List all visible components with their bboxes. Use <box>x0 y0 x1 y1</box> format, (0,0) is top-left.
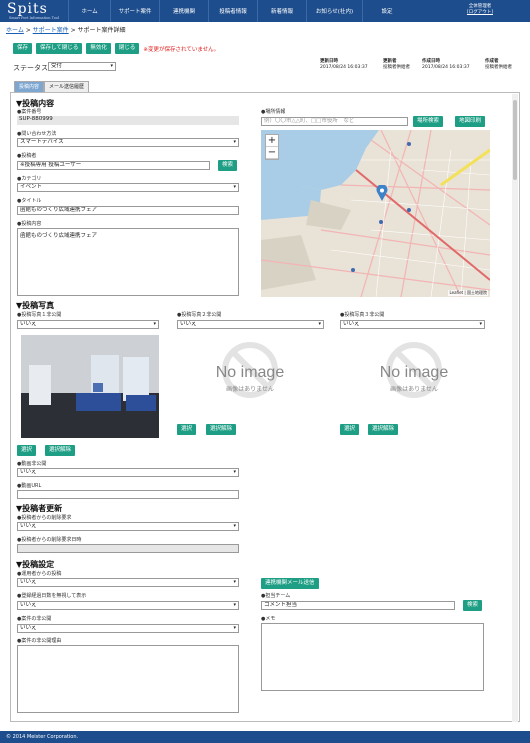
team-field[interactable]: コメント担当 <box>261 601 455 610</box>
panel-scrollbar[interactable] <box>512 94 518 722</box>
location-label: ●場所情報 <box>261 109 286 115</box>
case-no-field: SUP-880999 <box>17 116 239 125</box>
photo2-release-button[interactable]: 選択解除 <box>206 424 237 435</box>
photo1-release-button[interactable]: 選択解除 <box>45 445 76 456</box>
close-button[interactable]: 閉じる <box>114 43 140 54</box>
ops-post-label: ●運用者からの投稿 <box>17 571 62 577</box>
private-reason-textarea[interactable] <box>17 645 239 713</box>
content-label: ●投稿内容 <box>17 221 42 227</box>
nav-home[interactable]: ホーム <box>68 0 110 22</box>
breadcrumb-current: > サポート案件詳細 <box>68 27 126 34</box>
inquiry-label: ●問い合わせ方法 <box>17 131 57 137</box>
video-url-field[interactable] <box>17 490 239 499</box>
unsaved-warning: ※変更が保存されていません。 <box>143 46 220 53</box>
team-label: ●担当チーム <box>261 593 291 599</box>
delete-request-select[interactable]: いいえ <box>17 522 239 531</box>
delete-date-label: ●投稿者からの削除要求日時 <box>17 537 82 543</box>
category-label: ●カテゴリ <box>17 176 42 182</box>
poster-label: ●投稿者 <box>17 153 37 159</box>
user-box: 全体管理者 [ログアウト] <box>455 4 505 16</box>
private-reason-label: ●案件の非公開理由 <box>17 638 62 644</box>
ops-post-select[interactable]: いいえ <box>17 578 239 587</box>
nav-news[interactable]: 新着情報 <box>257 0 306 22</box>
photo-section-title: ▼投稿写真 <box>16 301 55 310</box>
photo1-select-button[interactable]: 選択 <box>17 445 37 456</box>
delete-date-field <box>17 544 239 553</box>
settings-section-title: ▼投稿設定 <box>16 560 55 569</box>
category-select[interactable]: イベント <box>17 183 239 192</box>
zoom-out-button[interactable]: − <box>266 147 278 159</box>
breadcrumb-support[interactable]: サポート案件 <box>33 27 69 34</box>
update-section-title: ▼投稿者更新 <box>16 504 63 513</box>
nav-support[interactable]: サポート案件 <box>110 0 159 22</box>
video-url-label: ●動画URL <box>17 483 42 489</box>
save-button[interactable]: 保存 <box>13 43 33 54</box>
toolbar: 保存 保存して閉じる 無効化 閉じる ※変更が保存されていません。 <box>13 43 219 54</box>
map-tiles <box>261 130 490 297</box>
nav-notices[interactable]: お知らせ(社内) <box>306 0 362 22</box>
map-print-button[interactable]: 地図印刷 <box>455 116 486 127</box>
breadcrumb-home[interactable]: ホーム <box>6 27 24 34</box>
photo2-select-button[interactable]: 選択 <box>177 424 197 435</box>
video-private-label: ●動画非公開 <box>17 461 47 467</box>
inquiry-select[interactable]: スマートデバイス <box>17 138 239 147</box>
photo3-label: ●投稿写真３非公開 <box>340 312 385 318</box>
photo2-placeholder: No image 画像はありません <box>200 342 300 422</box>
app-logo[interactable]: Spits Smart Port Information Tool <box>7 1 59 20</box>
zoom-in-button[interactable]: + <box>266 135 278 147</box>
partner-mail-button[interactable]: 連携機関メール送信 <box>261 578 319 589</box>
nav-partners[interactable]: 連携機関 <box>159 0 208 22</box>
case-private-label: ●案件の非公開 <box>17 616 52 622</box>
tab-bar: 投稿内容 メール送信履歴 <box>14 81 90 92</box>
poster-search-button[interactable]: 検索 <box>218 160 238 171</box>
content-textarea[interactable]: 函館ものづくり広域連携フェア <box>17 228 239 296</box>
location-map[interactable]: + − Leaflet | 国土地理院 <box>261 130 490 297</box>
map-marker-icon[interactable] <box>376 185 388 201</box>
map-attribution[interactable]: Leaflet | 国土地理院 <box>448 290 488 296</box>
breadcrumb: ホーム > サポート案件 > サポート案件詳細 <box>6 27 126 34</box>
photo3-private-select[interactable]: いいえ <box>340 320 485 329</box>
case-no-label: ●案件番号 <box>17 109 42 115</box>
tab-post-content[interactable]: 投稿内容 <box>14 81 45 92</box>
team-search-button[interactable]: 検索 <box>463 600 483 611</box>
logout-link[interactable]: [ログアウト] <box>455 10 505 16</box>
ignore-days-label: ●登録経過日数を無視して表示 <box>17 593 87 599</box>
footer: © 2014 Meister Corporation. <box>0 731 530 743</box>
scrollbar-thumb[interactable] <box>513 100 517 180</box>
location-input[interactable]: 例）〇〇市△△町、□□市役所 など <box>261 117 408 126</box>
photo1-private-select[interactable]: いいえ <box>17 320 159 329</box>
photo1-image[interactable] <box>21 335 159 438</box>
photo2-private-select[interactable]: いいえ <box>177 320 324 329</box>
main-nav: ホーム サポート案件 連携機関 投稿者情報 新着情報 お知らせ(社内) 設定 <box>68 0 411 22</box>
record-meta: 更新日時 2017/08/24 16:03:37 更新者 投稿者供給者 作成日時 20… <box>318 58 521 77</box>
map-zoom-control: + − <box>265 134 279 160</box>
disable-button[interactable]: 無効化 <box>86 43 111 54</box>
photo3-select-button[interactable]: 選択 <box>340 424 360 435</box>
status-label: ステータス <box>13 64 48 72</box>
title-label: ●タイトル <box>17 198 42 204</box>
video-private-select[interactable]: いいえ <box>17 468 239 477</box>
photo2-label: ●投稿写真２非公開 <box>177 312 222 318</box>
title-field[interactable]: 函館ものづくり広域連携フェア <box>17 206 239 215</box>
tab-mail-history[interactable]: メール送信履歴 <box>44 81 90 92</box>
status-select[interactable]: 受付 <box>48 62 116 71</box>
user-name: 全体管理者 <box>468 4 492 9</box>
photo1-label: ●投稿写真１非公開 <box>17 312 62 318</box>
nav-settings[interactable]: 設定 <box>362 0 411 22</box>
case-private-select[interactable]: いいえ <box>17 624 239 633</box>
nav-posters[interactable]: 投稿者情報 <box>208 0 257 22</box>
memo-textarea[interactable] <box>261 623 484 691</box>
delete-request-label: ●投稿者からの削除要求 <box>17 515 72 521</box>
poster-field[interactable]: ※投稿専用 投稿ユーザー <box>17 161 210 170</box>
location-search-button[interactable]: 場所検索 <box>413 116 444 127</box>
photo3-placeholder: No image 画像はありません <box>364 342 464 422</box>
memo-label: ●メモ <box>261 616 276 622</box>
photo3-release-button[interactable]: 選択解除 <box>368 424 399 435</box>
save-close-button[interactable]: 保存して閉じる <box>36 43 83 54</box>
ignore-days-select[interactable]: いいえ <box>17 601 239 610</box>
top-header: Spits Smart Port Information Tool ホーム サポー… <box>0 0 530 22</box>
